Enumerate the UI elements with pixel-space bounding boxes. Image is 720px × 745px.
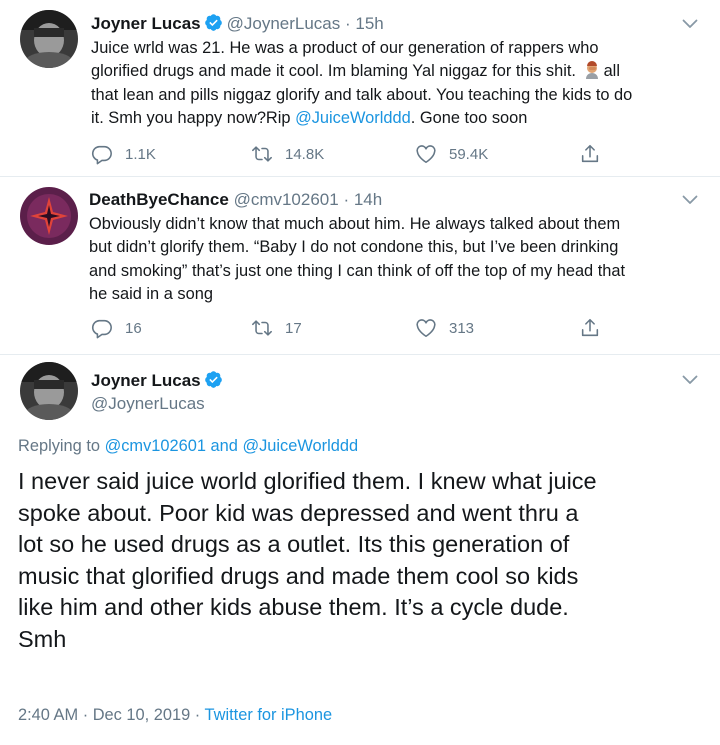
reply-button[interactable]: 16	[91, 316, 142, 340]
tweet-source-link[interactable]: Twitter for iPhone	[205, 706, 333, 724]
tweet-text: Juice wrld was 21. He was a product of o…	[91, 39, 633, 128]
share-button[interactable]	[579, 142, 613, 166]
author-handle[interactable]: @JoynerLucas	[227, 14, 341, 33]
tweet-date[interactable]: Dec 10, 2019	[93, 706, 191, 724]
tweet-text: I never said juice world glorified them.…	[18, 468, 597, 652]
author-name[interactable]: Joyner Lucas	[91, 14, 201, 33]
reply-count: 1.1K	[125, 145, 156, 163]
reply-button[interactable]: 1.1K	[91, 142, 156, 166]
like-icon	[415, 317, 437, 339]
reply-icon	[91, 317, 113, 339]
reply-icon	[91, 143, 113, 165]
author-name-line: Joyner Lucas	[91, 370, 227, 392]
reply-count: 16	[125, 319, 142, 337]
retweet-count: 17	[285, 319, 302, 337]
author-handle[interactable]: @JoynerLucas	[91, 393, 205, 415]
like-count: 59.4K	[449, 145, 489, 163]
retweet-icon	[251, 317, 273, 339]
avatar[interactable]	[20, 362, 78, 420]
share-button[interactable]	[579, 316, 613, 340]
tweet-3-focused[interactable]: Joyner Lucas @JoynerLucas Replying to @c…	[0, 355, 720, 745]
verified-icon	[204, 370, 223, 389]
author-name[interactable]: DeathByeChance	[89, 190, 229, 209]
tweet-1[interactable]: Joyner Lucas @JoynerLucas · 15h Juice wrl…	[0, 0, 720, 176]
chevron-down-icon[interactable]	[682, 375, 698, 385]
share-icon	[579, 143, 601, 165]
tweet-actions: 16 17 313	[91, 316, 711, 340]
tweet-time[interactable]: · 14h	[343, 190, 382, 209]
mention-link[interactable]: @cmv102601	[105, 437, 206, 455]
tweet-time[interactable]: 2:40 AM	[18, 706, 78, 724]
retweet-count: 14.8K	[285, 145, 325, 163]
retweet-button[interactable]: 14.8K	[251, 142, 324, 166]
facepalm-emoji-icon	[585, 61, 598, 80]
verified-icon	[204, 13, 223, 32]
like-count: 313	[449, 319, 475, 337]
tweet-meta: 2:40 AM · Dec 10, 2019 · Twitter for iPh…	[18, 706, 333, 724]
author-name[interactable]: Joyner Lucas	[91, 371, 201, 390]
tweet-header: DeathByeChance @cmv102601 · 14h	[89, 189, 382, 211]
tweet-time[interactable]: · 15h	[345, 14, 384, 33]
mention-link[interactable]: @JuiceWorlddd	[242, 437, 358, 455]
retweet-icon	[251, 143, 273, 165]
tweet-header: Joyner Lucas @JoynerLucas · 15h	[91, 13, 384, 35]
tweet-2[interactable]: DeathByeChance @cmv102601 · 14h Obviousl…	[0, 177, 720, 354]
chevron-down-icon[interactable]	[682, 195, 698, 205]
chevron-down-icon[interactable]	[682, 19, 698, 29]
avatar[interactable]	[20, 187, 78, 245]
like-button[interactable]: 59.4K	[415, 142, 488, 166]
like-icon	[415, 143, 437, 165]
retweet-button[interactable]: 17	[251, 316, 302, 340]
author-handle[interactable]: @cmv102601	[234, 190, 339, 209]
like-button[interactable]: 313	[415, 316, 474, 340]
share-icon	[579, 317, 601, 339]
tweet-actions: 1.1K 14.8K 59.4K	[91, 142, 711, 166]
tweet-text: Obviously didn’t know that much about hi…	[89, 215, 626, 304]
avatar[interactable]	[20, 10, 78, 68]
replying-to: Replying to @cmv102601 and @JuiceWorlddd	[18, 437, 359, 455]
mention-link[interactable]: @JuiceWorlddd	[295, 109, 411, 127]
